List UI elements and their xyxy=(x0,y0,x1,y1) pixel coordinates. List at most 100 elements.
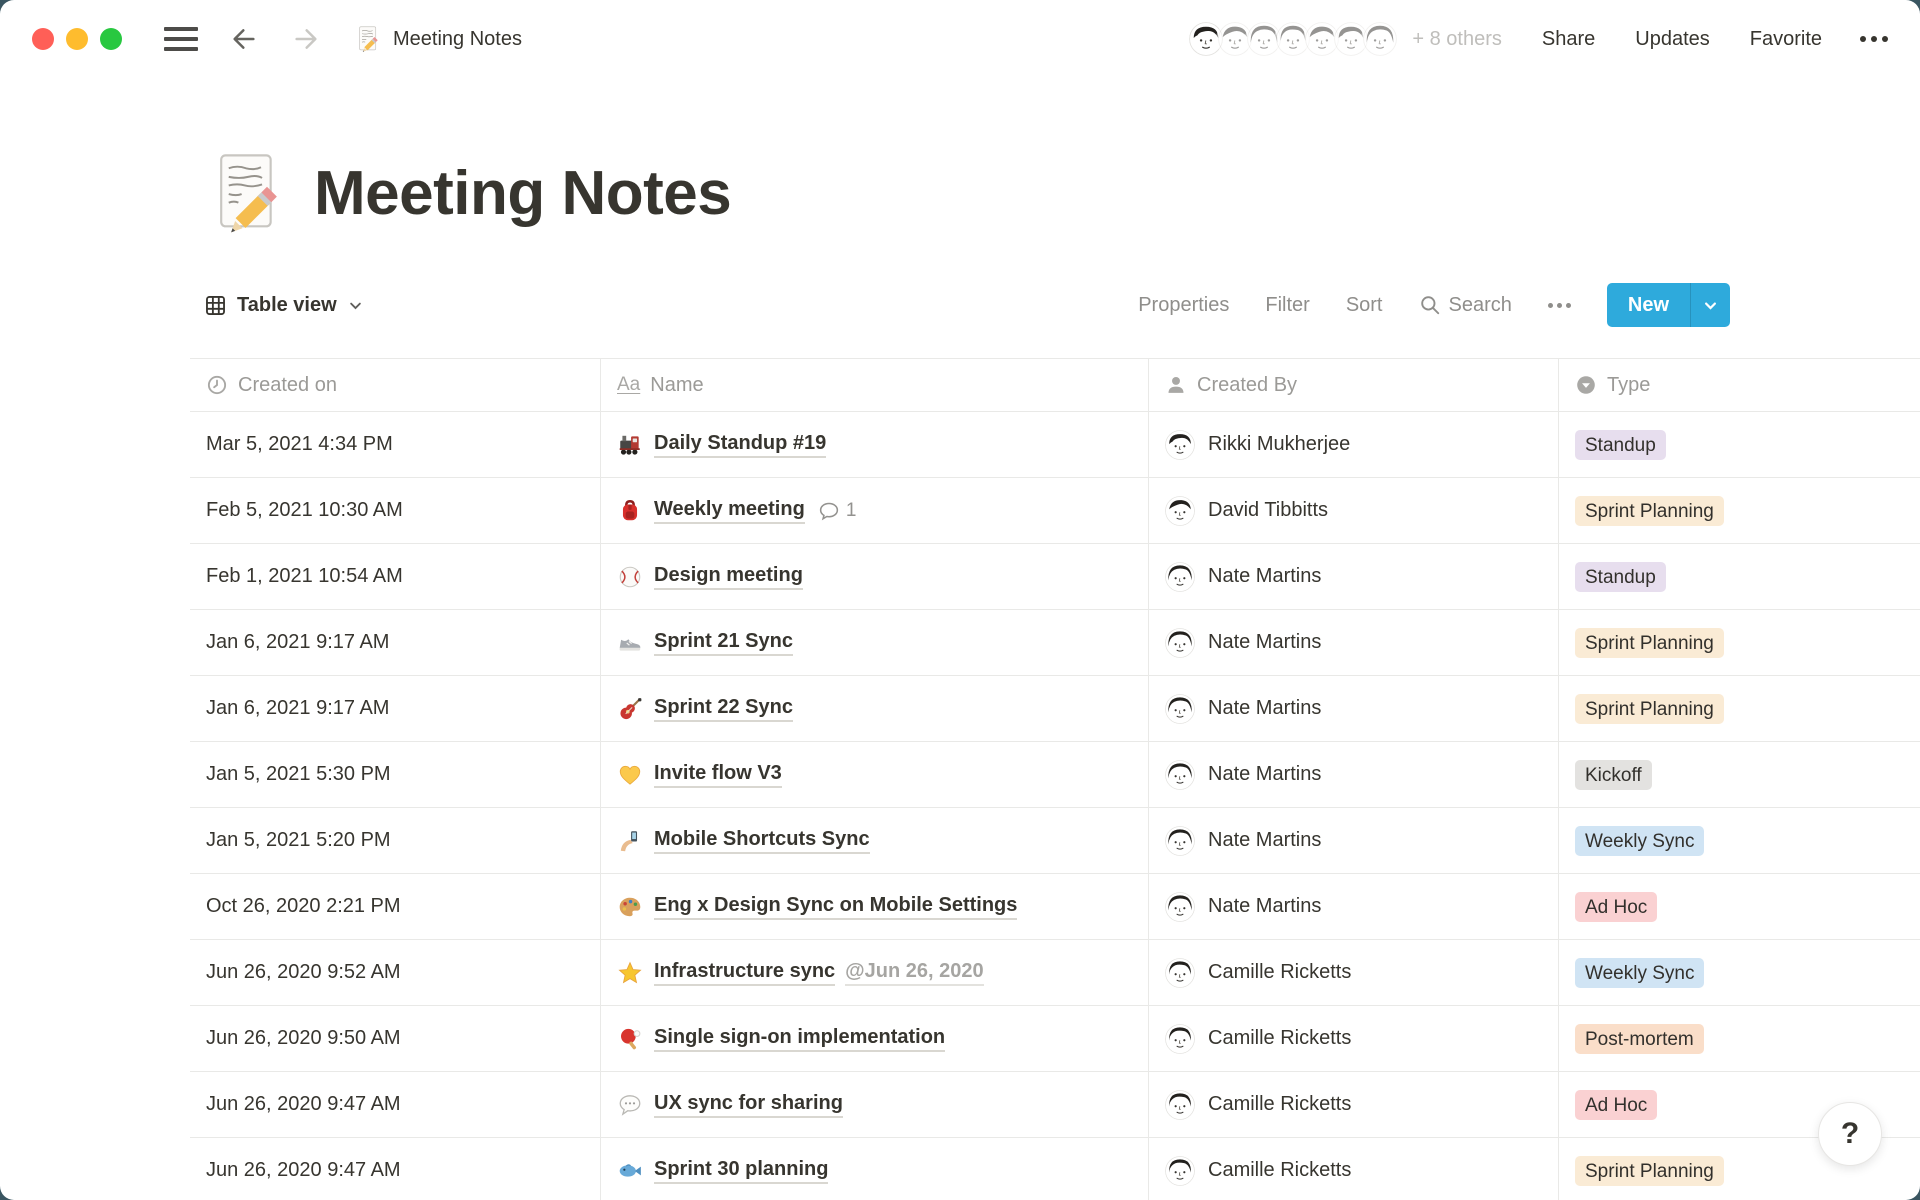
sidebar-menu-icon[interactable] xyxy=(164,27,198,51)
created-by-cell[interactable]: Nate Martins xyxy=(1148,874,1558,939)
properties-button[interactable]: Properties xyxy=(1138,294,1229,317)
more-options-icon[interactable] xyxy=(1860,36,1888,42)
type-cell[interactable]: Kickoff xyxy=(1558,742,1920,807)
page-link[interactable]: Sprint 22 Sync xyxy=(654,696,793,722)
created-by-cell[interactable]: Nate Martins xyxy=(1148,742,1558,807)
table-row[interactable]: Jan 5, 2021 5:30 PM Invite flow V3 Nate … xyxy=(190,742,1920,808)
created-by-cell[interactable]: Nate Martins xyxy=(1148,808,1558,873)
created-on-cell[interactable]: Feb 1, 2021 10:54 AM xyxy=(190,544,600,609)
type-cell[interactable]: Sprint Planning xyxy=(1558,478,1920,543)
table-row[interactable]: Mar 5, 2021 4:34 PM Daily Standup #19 Ri… xyxy=(190,412,1920,478)
created-on-cell[interactable]: Jan 6, 2021 9:17 AM xyxy=(190,610,600,675)
name-cell[interactable]: Single sign-on implementation xyxy=(600,1006,1148,1071)
name-cell[interactable]: Weekly meeting 1 xyxy=(600,478,1148,543)
share-button[interactable]: Share xyxy=(1542,28,1595,51)
page-link[interactable]: Daily Standup #19 xyxy=(654,432,826,458)
table-row[interactable]: Feb 5, 2021 10:30 AM Weekly meeting 1 Da… xyxy=(190,478,1920,544)
collaborator-avatar[interactable] xyxy=(1361,20,1399,58)
table-row[interactable]: Jun 26, 2020 9:47 AM Sprint 30 planning … xyxy=(190,1138,1920,1200)
type-cell[interactable]: Weekly Sync xyxy=(1558,940,1920,1005)
created-on-cell[interactable]: Jun 26, 2020 9:47 AM xyxy=(190,1138,600,1200)
page-link[interactable]: Mobile Shortcuts Sync xyxy=(654,828,870,854)
table-row[interactable]: Jun 26, 2020 9:47 AM UX sync for sharing… xyxy=(190,1072,1920,1138)
close-window-button[interactable] xyxy=(32,28,54,50)
date-mention[interactable]: @Jun 26, 2020 xyxy=(845,960,983,986)
others-count[interactable]: + 8 others xyxy=(1412,28,1502,51)
table-row[interactable]: Jun 26, 2020 9:52 AM Infrastructure sync… xyxy=(190,940,1920,1006)
new-button[interactable]: New xyxy=(1607,283,1730,327)
table-view-switcher[interactable]: Table view xyxy=(205,294,363,317)
collaborator-avatars[interactable] xyxy=(1187,20,1399,58)
name-cell[interactable]: UX sync for sharing xyxy=(600,1072,1148,1137)
forward-button[interactable] xyxy=(290,23,322,55)
page-link[interactable]: Sprint 30 planning xyxy=(654,1158,828,1184)
filter-button[interactable]: Filter xyxy=(1265,294,1309,317)
created-by-cell[interactable]: Nate Martins xyxy=(1148,676,1558,741)
column-header-created-by[interactable]: Created By xyxy=(1148,359,1558,411)
created-on-cell[interactable]: Jun 26, 2020 9:50 AM xyxy=(190,1006,600,1071)
sort-button[interactable]: Sort xyxy=(1346,294,1383,317)
created-by-cell[interactable]: Camille Ricketts xyxy=(1148,1072,1558,1137)
name-cell[interactable]: Sprint 30 planning xyxy=(600,1138,1148,1200)
created-by-cell[interactable]: David Tibbitts xyxy=(1148,478,1558,543)
name-cell[interactable]: Invite flow V3 xyxy=(600,742,1148,807)
column-header-type[interactable]: Type xyxy=(1558,359,1920,411)
table-row[interactable]: Jan 5, 2021 5:20 PM Mobile Shortcuts Syn… xyxy=(190,808,1920,874)
name-cell[interactable]: Infrastructure sync @Jun 26, 2020 xyxy=(600,940,1148,1005)
minimize-window-button[interactable] xyxy=(66,28,88,50)
created-by-cell[interactable]: Camille Ricketts xyxy=(1148,1006,1558,1071)
created-by-cell[interactable]: Rikki Mukherjee xyxy=(1148,412,1558,477)
search-button[interactable]: Search xyxy=(1419,294,1512,317)
type-cell[interactable]: Ad Hoc xyxy=(1558,874,1920,939)
created-on-cell[interactable]: Feb 5, 2021 10:30 AM xyxy=(190,478,600,543)
page-link[interactable]: Infrastructure sync xyxy=(654,960,835,986)
created-on-cell[interactable]: Jan 5, 2021 5:30 PM xyxy=(190,742,600,807)
page-link[interactable]: Sprint 21 Sync xyxy=(654,630,793,656)
zoom-window-button[interactable] xyxy=(100,28,122,50)
name-cell[interactable]: Sprint 21 Sync xyxy=(600,610,1148,675)
created-by-cell[interactable]: Nate Martins xyxy=(1148,544,1558,609)
back-button[interactable] xyxy=(228,23,260,55)
page-memo-icon[interactable] xyxy=(204,150,290,236)
name-cell[interactable]: Design meeting xyxy=(600,544,1148,609)
column-header-name[interactable]: Aa Name xyxy=(600,359,1148,411)
help-button[interactable]: ? xyxy=(1818,1102,1882,1166)
table-row[interactable]: Jun 26, 2020 9:50 AM Single sign-on impl… xyxy=(190,1006,1920,1072)
name-cell[interactable]: Eng x Design Sync on Mobile Settings xyxy=(600,874,1148,939)
table-row[interactable]: Feb 1, 2021 10:54 AM Design meeting Nate… xyxy=(190,544,1920,610)
table-row[interactable]: Jan 6, 2021 9:17 AM Sprint 21 Sync Nate … xyxy=(190,610,1920,676)
column-header-created-on[interactable]: Created on xyxy=(190,359,600,411)
view-more-options-icon[interactable] xyxy=(1548,303,1571,308)
type-cell[interactable]: Sprint Planning xyxy=(1558,676,1920,741)
page-link[interactable]: Weekly meeting xyxy=(654,498,805,524)
name-cell[interactable]: Sprint 22 Sync xyxy=(600,676,1148,741)
page-link[interactable]: Single sign-on implementation xyxy=(654,1026,945,1052)
type-cell[interactable]: Standup xyxy=(1558,544,1920,609)
page-title[interactable]: Meeting Notes xyxy=(314,158,731,229)
breadcrumb[interactable]: Meeting Notes xyxy=(354,25,522,53)
type-cell[interactable]: Post-mortem xyxy=(1558,1006,1920,1071)
new-button-label[interactable]: New xyxy=(1607,283,1690,327)
created-on-cell[interactable]: Jun 26, 2020 9:47 AM xyxy=(190,1072,600,1137)
table-row[interactable]: Oct 26, 2020 2:21 PM Eng x Design Sync o… xyxy=(190,874,1920,940)
name-cell[interactable]: Mobile Shortcuts Sync xyxy=(600,808,1148,873)
created-on-cell[interactable]: Jun 26, 2020 9:52 AM xyxy=(190,940,600,1005)
created-on-cell[interactable]: Jan 6, 2021 9:17 AM xyxy=(190,676,600,741)
updates-button[interactable]: Updates xyxy=(1635,28,1710,51)
created-by-cell[interactable]: Camille Ricketts xyxy=(1148,1138,1558,1200)
new-dropdown-button[interactable] xyxy=(1690,283,1730,327)
comment-count[interactable]: 1 xyxy=(818,500,857,522)
table-row[interactable]: Jan 6, 2021 9:17 AM Sprint 22 Sync Nate … xyxy=(190,676,1920,742)
favorite-button[interactable]: Favorite xyxy=(1750,28,1822,51)
created-on-cell[interactable]: Oct 26, 2020 2:21 PM xyxy=(190,874,600,939)
created-by-cell[interactable]: Nate Martins xyxy=(1148,610,1558,675)
page-link[interactable]: UX sync for sharing xyxy=(654,1092,843,1118)
type-cell[interactable]: Sprint Planning xyxy=(1558,610,1920,675)
type-cell[interactable]: Standup xyxy=(1558,412,1920,477)
page-link[interactable]: Eng x Design Sync on Mobile Settings xyxy=(654,894,1017,920)
created-on-cell[interactable]: Jan 5, 2021 5:20 PM xyxy=(190,808,600,873)
created-by-cell[interactable]: Camille Ricketts xyxy=(1148,940,1558,1005)
name-cell[interactable]: Daily Standup #19 xyxy=(600,412,1148,477)
page-link[interactable]: Invite flow V3 xyxy=(654,762,782,788)
created-on-cell[interactable]: Mar 5, 2021 4:34 PM xyxy=(190,412,600,477)
